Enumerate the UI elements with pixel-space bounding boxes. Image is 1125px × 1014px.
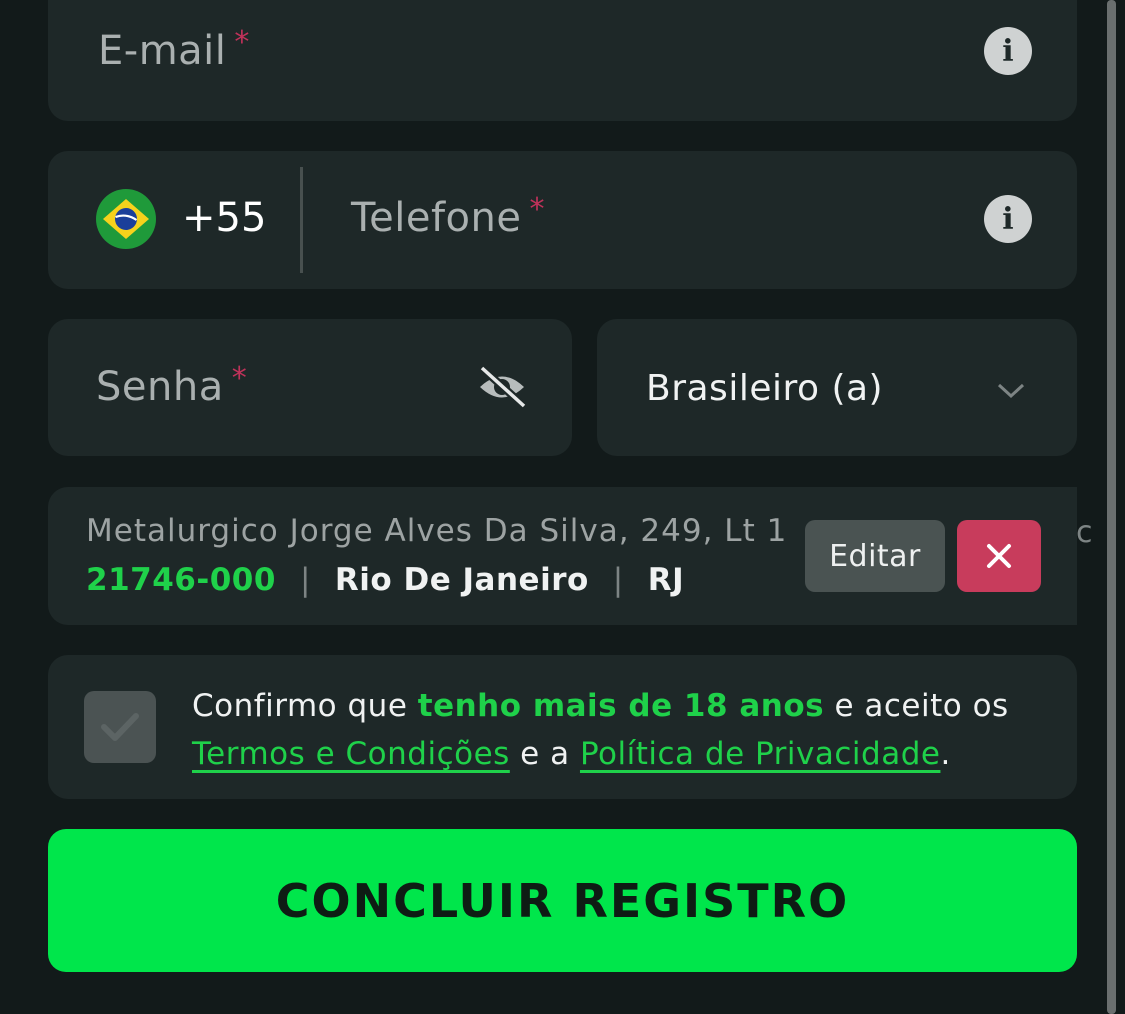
eye-slash-icon[interactable]	[476, 364, 528, 410]
city: Rio De Janeiro	[334, 562, 589, 598]
phone-field: +55 Telefone * i	[48, 151, 1077, 289]
zip-code: 21746-000	[86, 562, 276, 598]
email-field[interactable]: E-mail * i	[48, 0, 1077, 121]
password-placeholder: Senha *	[96, 361, 248, 410]
nationality-value: Brasileiro (a)	[646, 368, 884, 409]
separator: |	[612, 562, 624, 598]
edit-address-button[interactable]: Editar	[805, 520, 945, 592]
age-highlight: tenho mais de 18 anos	[417, 688, 825, 724]
email-placeholder: E-mail *	[98, 25, 250, 74]
terms-text: Confirmo que tenho mais de 18 anos e ace…	[192, 688, 1009, 772]
privacy-link[interactable]: Política de Privacidade	[580, 736, 940, 772]
submit-registration-button[interactable]: CONCLUIR REGISTRO	[48, 829, 1077, 972]
info-icon[interactable]: i	[984, 195, 1032, 243]
brazil-flag-icon[interactable]	[96, 189, 156, 249]
age-terms-checkbox[interactable]	[84, 691, 156, 763]
divider	[300, 167, 303, 273]
phone-input[interactable]: Telefone *	[351, 192, 545, 241]
address-meta: 21746-000 | Rio De Janeiro | RJ	[86, 562, 684, 598]
country-code[interactable]: +55	[182, 195, 266, 241]
close-icon	[987, 544, 1011, 568]
chevron-down-icon[interactable]	[996, 381, 1026, 401]
check-icon	[101, 713, 139, 741]
required-mark: *	[529, 192, 545, 227]
required-mark: *	[234, 25, 250, 60]
required-mark: *	[231, 361, 248, 396]
terms-link[interactable]: Termos e Condições	[192, 736, 510, 772]
info-icon[interactable]: i	[984, 27, 1032, 75]
separator: |	[299, 562, 311, 598]
address-line: Metalurgico Jorge Alves Da Silva, 249, L…	[86, 513, 786, 549]
state: RJ	[647, 562, 685, 598]
remove-address-button[interactable]	[957, 520, 1041, 592]
scrollbar[interactable]	[1107, 0, 1116, 1014]
overflow-hint: c	[1076, 515, 1093, 550]
registration-form: E-mail * i +55 Telefone * i Senha * Brasile…	[0, 0, 1125, 1014]
